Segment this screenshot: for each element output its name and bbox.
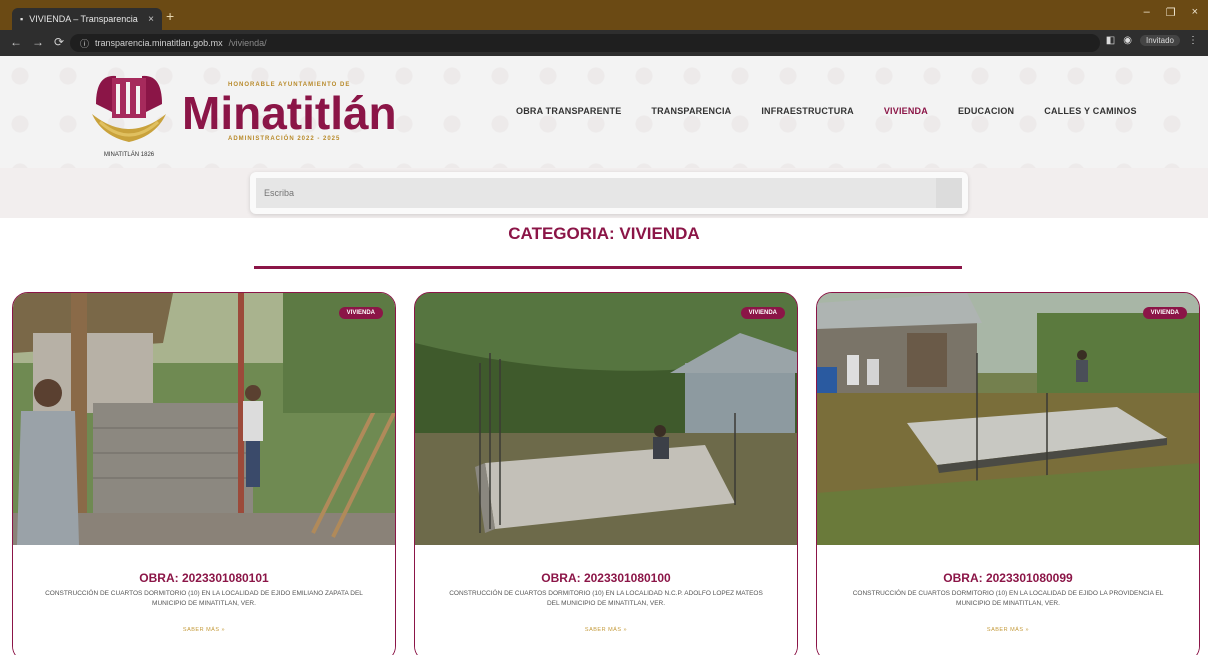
url-host: transparencia.minatitlan.gob.mx: [95, 38, 223, 48]
project-title: OBRA: 2023301080101: [139, 571, 269, 585]
emblem-caption: MINATITLÁN 1826: [104, 151, 155, 158]
maximize-icon[interactable]: ❐: [1166, 6, 1176, 19]
browser-nav-buttons: ← → ⟳: [10, 35, 64, 49]
project-description: CONSTRUCCIÓN DE CUARTOS DORMITORIO (10) …: [852, 590, 1164, 608]
tab-close-icon[interactable]: ×: [148, 14, 154, 25]
project-title: OBRA: 2023301080099: [943, 571, 1073, 585]
main-nav: OBRA TRANSPARENTE TRANSPARENCIA INFRAEST…: [516, 106, 1137, 116]
card-body: OBRA: 2023301080099 CONSTRUCCIÓN DE CUAR…: [817, 545, 1199, 655]
project-card[interactable]: VIVIENDA OBRA: 2023301080100 CONSTRUCCIÓ…: [414, 292, 798, 655]
tab-title: VIVIENDA – Transparencia: [29, 14, 138, 24]
project-description: CONSTRUCCIÓN DE CUARTOS DORMITORIO (10) …: [449, 590, 763, 608]
site-info-icon[interactable]: ⓘ: [80, 37, 89, 50]
new-tab-icon[interactable]: +: [166, 8, 174, 24]
profile-icon[interactable]: ◉: [1123, 35, 1132, 46]
minimize-icon[interactable]: –: [1144, 6, 1150, 19]
category-badge[interactable]: VIVIENDA: [338, 307, 383, 319]
search-input[interactable]: [256, 178, 936, 208]
logo-title[interactable]: Minatitlán: [182, 90, 397, 136]
category-divider: [254, 266, 962, 269]
read-more-link[interactable]: SABER MÁS »: [585, 627, 627, 633]
address-bar: ← → ⟳ ⓘ transparencia.minatitlan.gob.mx /…: [0, 30, 1208, 56]
logo-subtitle-bottom: ADMINISTRACIÓN 2022 - 2025: [228, 136, 341, 142]
nav-item-transparencia[interactable]: TRANSPARENCIA: [651, 106, 731, 116]
project-photo[interactable]: VIVIENDA: [415, 293, 797, 545]
municipal-emblem-logo[interactable]: MINATITLÁN 1826: [86, 64, 172, 160]
nav-item-educacion[interactable]: EDUCACION: [958, 106, 1014, 116]
window-close-icon[interactable]: ×: [1192, 6, 1198, 19]
project-photo[interactable]: VIVIENDA: [13, 293, 395, 545]
card-body: OBRA: 2023301080101 CONSTRUCCIÓN DE CUAR…: [13, 545, 395, 655]
nav-item-infraestructura[interactable]: INFRAESTRUCTURA: [761, 106, 854, 116]
read-more-link[interactable]: SABER MÁS »: [183, 627, 225, 633]
category-badge[interactable]: VIVIENDA: [1142, 307, 1187, 319]
nav-item-calles-y-caminos[interactable]: CALLES Y CAMINOS: [1044, 106, 1136, 116]
url-input[interactable]: ⓘ transparencia.minatitlan.gob.mx/vivien…: [70, 34, 1100, 52]
project-title: OBRA: 2023301080100: [541, 571, 671, 585]
menu-icon[interactable]: ⋮: [1188, 35, 1198, 46]
project-card[interactable]: VIVIENDA OBRA: 2023301080101 CONSTRUCCIÓ…: [12, 292, 396, 655]
nav-item-obra-transparente[interactable]: OBRA TRANSPARENTE: [516, 106, 621, 116]
project-card[interactable]: VIVIENDA OBRA: 2023301080099 CONSTRUCCIÓ…: [816, 292, 1200, 655]
read-more-link[interactable]: SABER MÁS »: [987, 627, 1029, 633]
project-photo[interactable]: VIVIENDA: [817, 293, 1199, 545]
category-badge[interactable]: VIVIENDA: [740, 307, 785, 319]
card-body: OBRA: 2023301080100 CONSTRUCCIÓN DE CUAR…: [415, 545, 797, 655]
back-icon[interactable]: ←: [10, 35, 22, 49]
search-box: [250, 172, 968, 214]
forward-icon[interactable]: →: [32, 35, 44, 49]
extensions-icon[interactable]: ◧: [1106, 35, 1115, 46]
browser-toolbar-right: ◧ ◉ Invitado ⋮: [1106, 35, 1198, 46]
browser-tab[interactable]: ▪ VIVIENDA – Transparencia ×: [12, 8, 162, 30]
reload-icon[interactable]: ⟳: [54, 35, 64, 49]
site-header: MINATITLÁN 1826 HONORABLE AYUNTAMIENTO D…: [0, 56, 1208, 168]
favicon-icon: ▪: [20, 14, 24, 24]
browser-tab-bar: ▪ VIVIENDA – Transparencia × + – ❐ ×: [0, 0, 1208, 30]
url-path: /vivienda/: [228, 38, 267, 48]
window-controls: – ❐ ×: [1144, 6, 1198, 19]
nav-item-vivienda[interactable]: VIVIENDA: [884, 106, 928, 116]
profile-label[interactable]: Invitado: [1139, 35, 1180, 46]
project-description: CONSTRUCCIÓN DE CUARTOS DORMITORIO (10) …: [45, 590, 363, 608]
category-title: CATEGORIA: VIVIENDA: [508, 224, 700, 243]
search-button[interactable]: [936, 178, 962, 208]
